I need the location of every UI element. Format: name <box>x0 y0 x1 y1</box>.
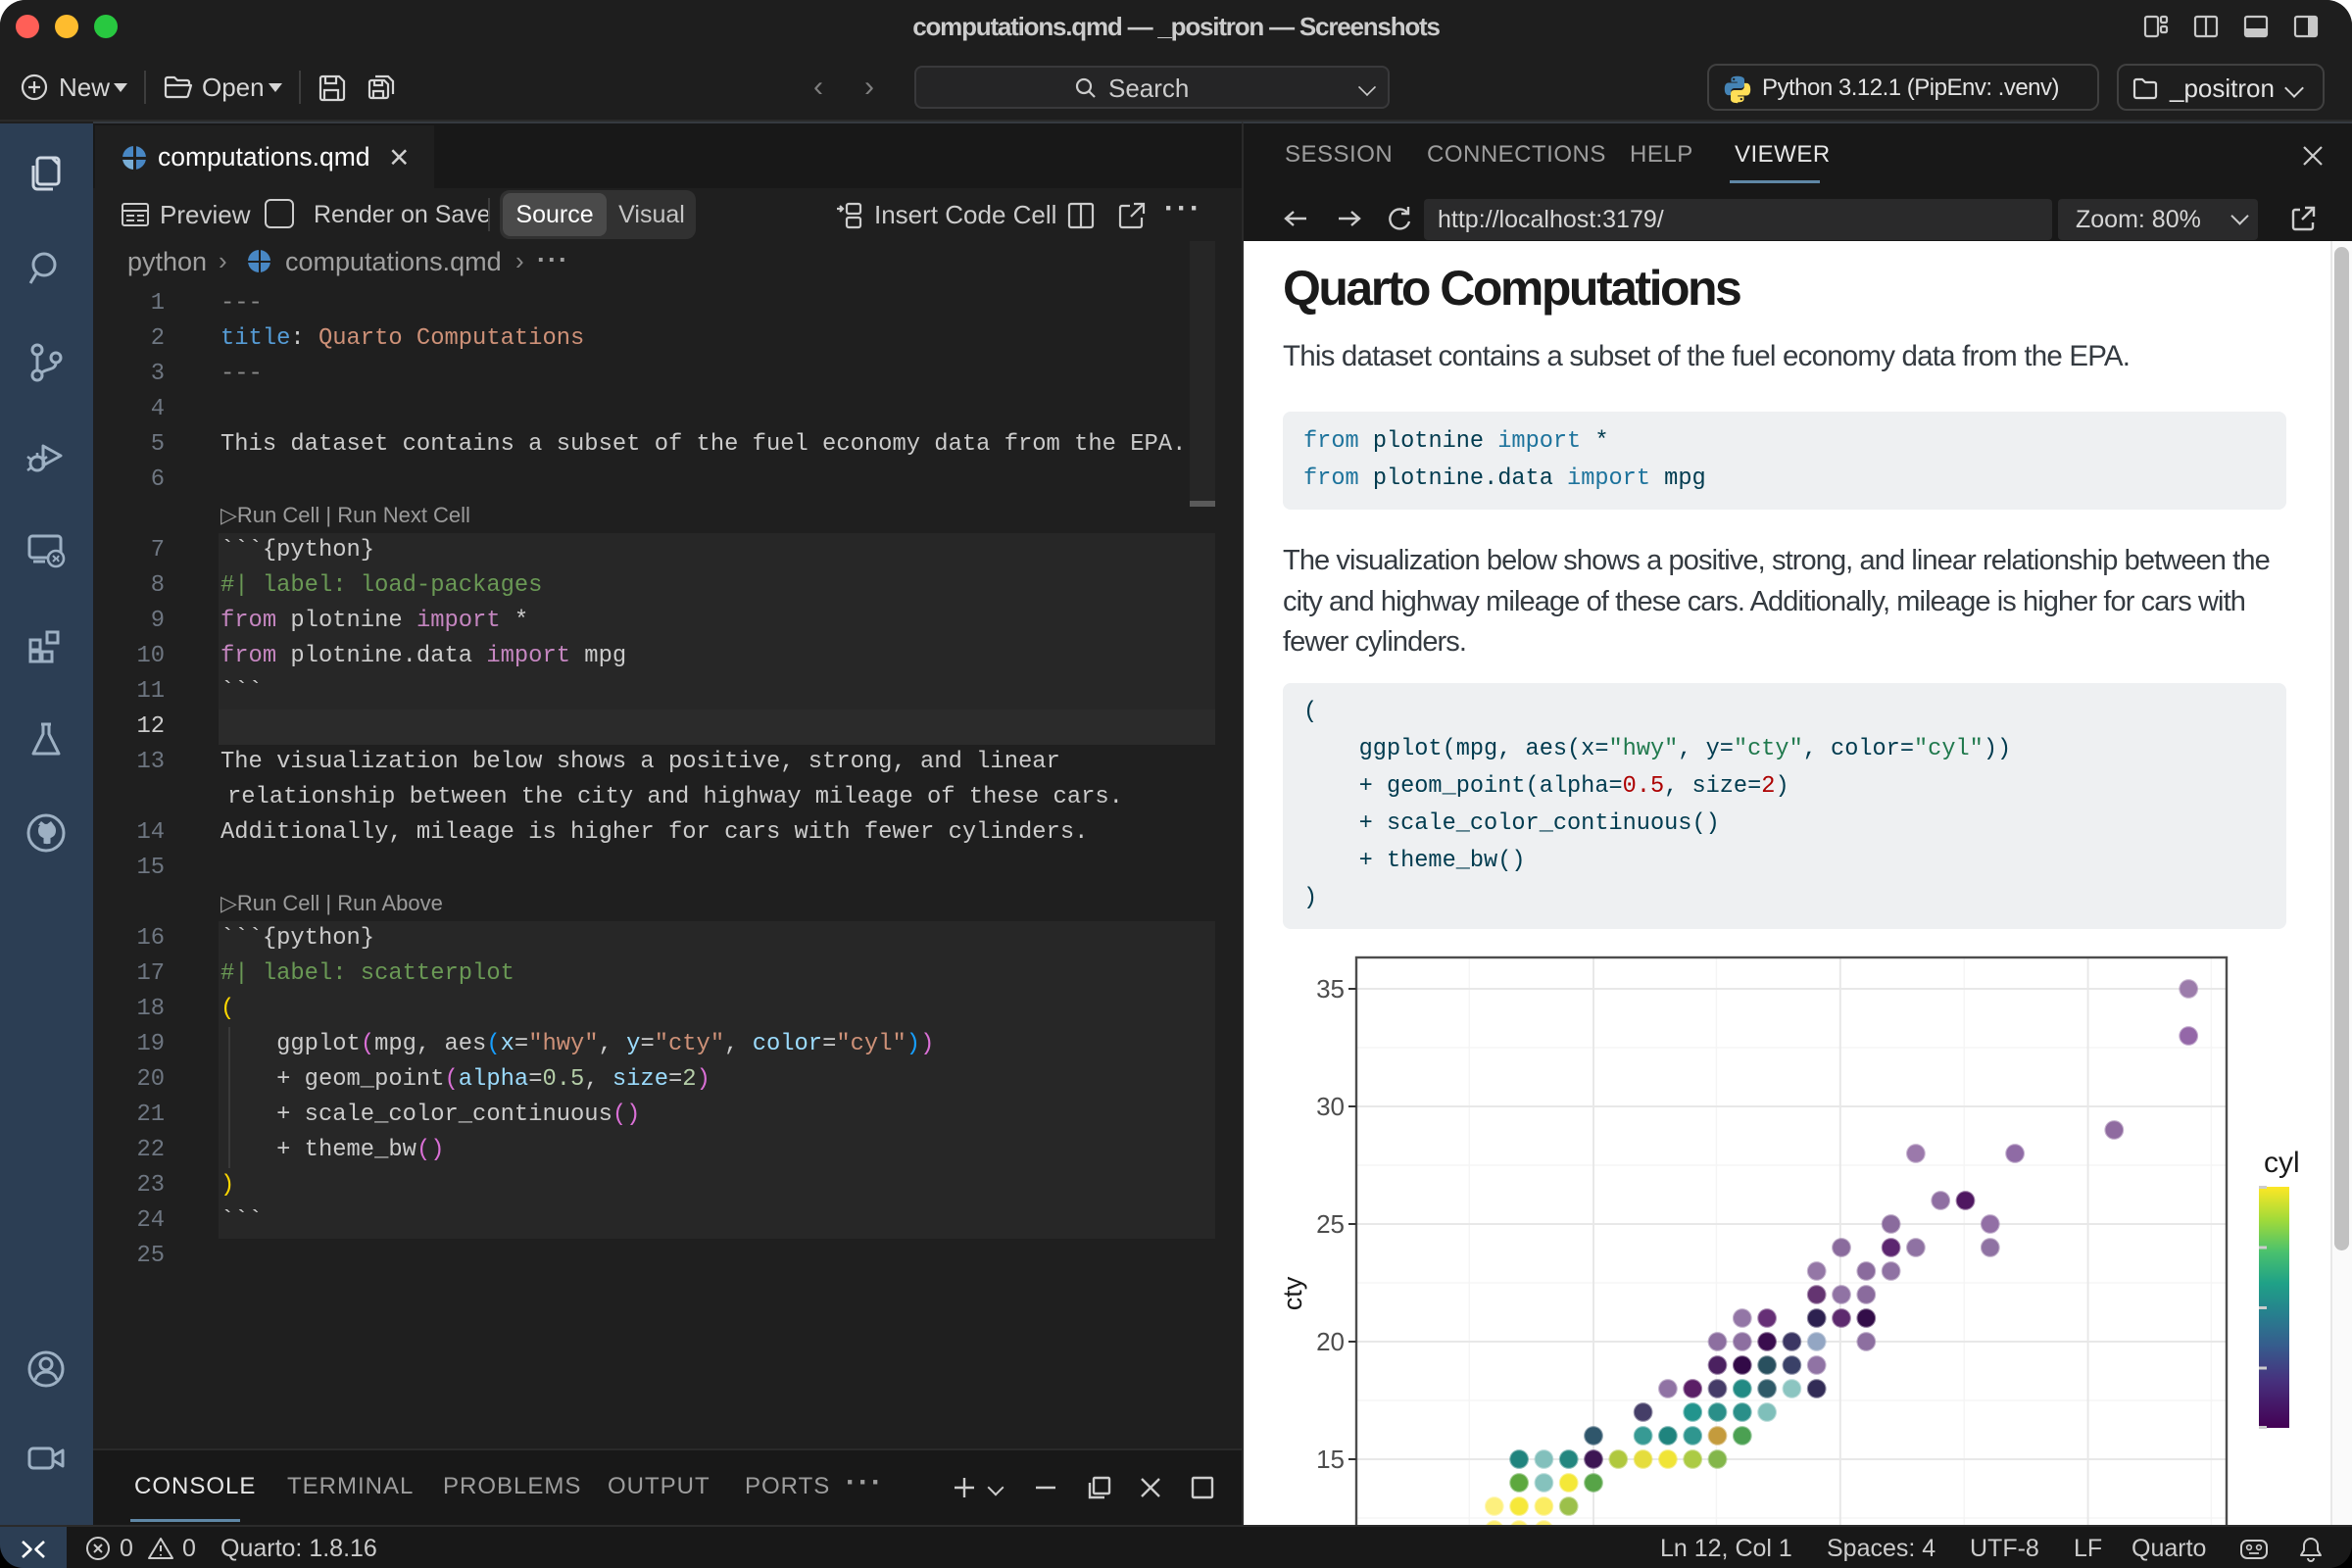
svg-text:20: 20 <box>1316 1327 1345 1356</box>
svg-text:25: 25 <box>1316 1209 1345 1239</box>
svg-text:35: 35 <box>1316 974 1345 1004</box>
svg-text:cty: cty <box>1278 1276 1307 1310</box>
svg-text:30: 30 <box>1316 1092 1345 1121</box>
svg-text:cyl: cyl <box>2264 1147 2300 1179</box>
svg-text:15: 15 <box>1316 1445 1345 1474</box>
